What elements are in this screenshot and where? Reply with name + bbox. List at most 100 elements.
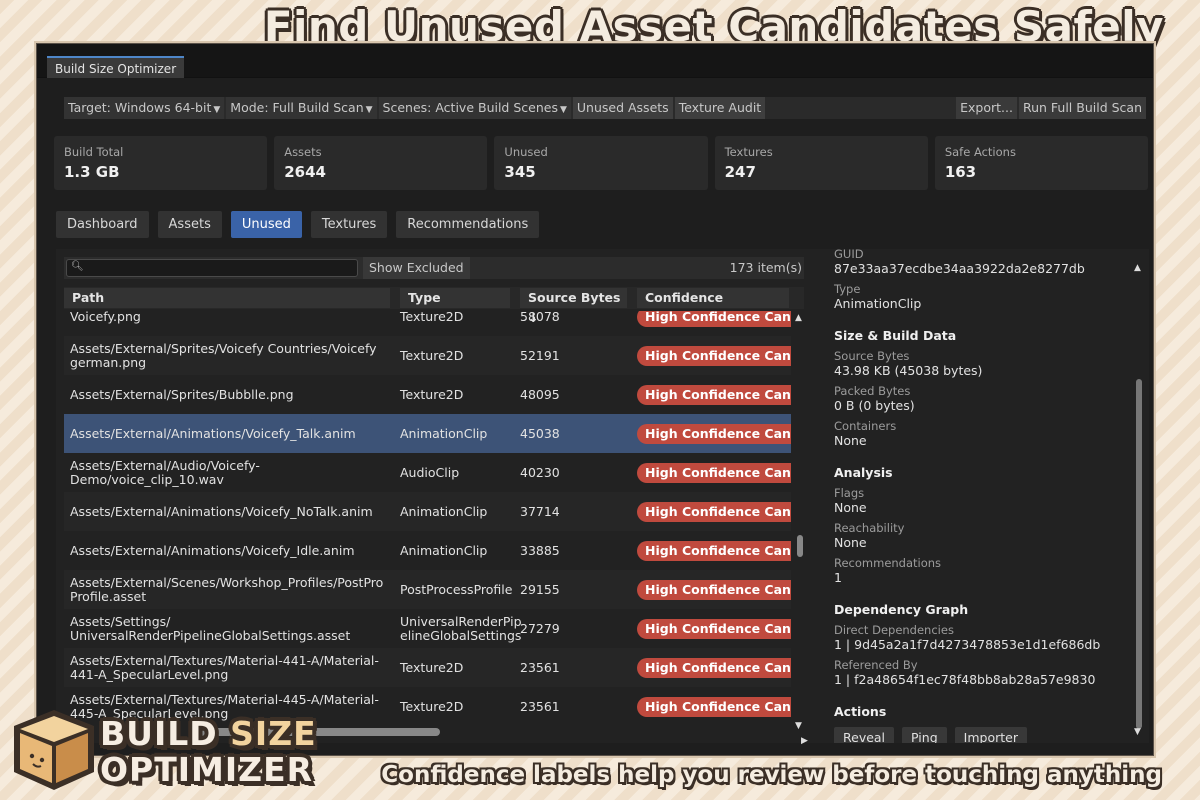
mode-dropdown-label: Mode: Full Build Scan (230, 100, 364, 115)
stat-label: Assets (284, 145, 322, 159)
scroll-up-icon[interactable]: ▲ (1134, 263, 1141, 273)
build-size-optimizer-logo: BUILD SIZE OPTIMIZER (8, 706, 338, 796)
referenced-by-value: 1 | f2a48654f1ec78f48bb8ab28a57e9830 (834, 672, 1096, 687)
detail-pane: GUID 87e33aa37ecdbe34aa3922da2e8277db Ty… (824, 249, 1149, 743)
table-row[interactable]: Assets/External/Textures/Material-441-A/… (64, 648, 791, 687)
referenced-by-label: Referenced By (834, 658, 918, 672)
cell-confidence: High Confidence Candidate (637, 540, 791, 561)
actions-heading: Actions (834, 704, 887, 719)
stat-card-unused: Unused 345 (494, 136, 708, 190)
confidence-badge: High Confidence Candidate (637, 463, 791, 483)
table-row[interactable]: Assets/Settings/ UniversalRenderPipeline… (64, 609, 791, 648)
type-value: AnimationClip (834, 296, 922, 311)
asset-details: GUID 87e33aa37ecdbe34aa3922da2e8277db Ty… (834, 249, 1124, 743)
confidence-badge: High Confidence Candidate (637, 658, 791, 678)
cell-type: AudioClip (400, 464, 460, 480)
stat-label: Textures (724, 145, 773, 159)
scroll-down-icon[interactable]: ▼ (795, 721, 802, 731)
guid-label: GUID (834, 249, 864, 261)
asset-list-pane: 🔍︎ Show Excluded 173 item(s) Path Type S… (56, 249, 826, 746)
flags-label: Flags (834, 486, 865, 500)
cell-path: Assets/External/Scenes/Workshop_Profiles… (70, 574, 384, 604)
scrollbar-thumb[interactable] (1136, 379, 1142, 729)
export-button[interactable]: Export... (956, 97, 1017, 119)
search-icon: 🔍︎ (71, 261, 84, 272)
reveal-button[interactable]: Reveal (834, 727, 895, 743)
logo-word-size: SIZE (230, 714, 317, 753)
table-row[interactable]: Assets/External/Animations/Voicefy_NoTal… (64, 492, 791, 531)
table-row[interactable]: Assets/External/Scenes/Workshop_Profiles… (64, 570, 791, 609)
mode-dropdown[interactable]: Mode: Full Build Scan ▼ (226, 97, 377, 119)
ping-button[interactable]: Ping (902, 727, 947, 743)
table-header: Path Type Source Bytes ↓ Confidence (64, 287, 804, 325)
stat-card-textures: Textures 247 (714, 136, 928, 190)
target-dropdown-label: Target: Windows 64-bit (68, 100, 212, 115)
cell-source-bytes: 23561 (520, 660, 560, 675)
table-row[interactable]: Voicefy.png Texture2D 58078 High Confidence… (64, 311, 791, 336)
tab-textures[interactable]: Textures (310, 211, 388, 238)
cell-source-bytes: 52191 (520, 348, 560, 363)
tab-assets[interactable]: Assets (157, 211, 222, 238)
dependency-graph-heading: Dependency Graph (834, 602, 969, 617)
caption: Confidence labels help you review before… (381, 762, 1162, 788)
scrollbar-thumb[interactable] (797, 535, 803, 557)
texture-audit-button[interactable]: Texture Audit (674, 97, 766, 119)
table-row[interactable]: Assets/External/Animations/Voicefy_Talk.… (64, 414, 791, 453)
importer-button[interactable]: Importer (954, 727, 1027, 743)
filter-bar: 🔍︎ Show Excluded 173 item(s) (64, 257, 804, 279)
scenes-dropdown-label: Scenes: Active Build Scenes (382, 100, 558, 115)
target-dropdown[interactable]: Target: Windows 64-bit ▼ (64, 97, 225, 119)
scroll-right-icon[interactable]: ▶ (801, 736, 808, 746)
table-row[interactable]: Assets/External/Audio/Voicefy-Demo/voice… (64, 453, 791, 492)
cell-path: Assets/External/Animations/Voicefy_Talk.… (70, 425, 356, 441)
table-body: Voicefy.png Texture2D 58078 High Confidence… (64, 311, 791, 733)
scenes-dropdown[interactable]: Scenes: Active Build Scenes ▼ (378, 97, 571, 119)
scroll-down-icon[interactable]: ▼ (1134, 727, 1141, 737)
cell-type: Texture2D (400, 347, 464, 363)
stat-label: Safe Actions (944, 145, 1016, 159)
cell-confidence: High Confidence Candidate (637, 657, 791, 678)
chevron-down-icon: ▼ (365, 105, 373, 115)
cell-source-bytes: 58078 (520, 311, 560, 324)
table-vertical-scrollbar[interactable]: ▲ ▼ (795, 311, 805, 733)
scroll-up-icon[interactable]: ▲ (795, 313, 802, 323)
cell-path: Assets/External/Animations/Voicefy_NoTal… (70, 503, 373, 519)
reachability-label: Reachability (834, 521, 905, 535)
cell-source-bytes: 23561 (520, 699, 560, 714)
stat-card-build-total: Build Total 1.3 GB (54, 136, 268, 190)
cell-type: AnimationClip (400, 503, 488, 519)
column-header-path[interactable]: Path (64, 288, 390, 308)
column-header-confidence[interactable]: Confidence (637, 288, 789, 308)
column-header-source-bytes[interactable]: Source Bytes ↓ (520, 288, 627, 325)
cell-confidence: High Confidence Candidate (637, 618, 791, 639)
run-full-build-scan-button[interactable]: Run Full Build Scan (1018, 97, 1146, 119)
action-buttons: Reveal Ping Importer (834, 727, 1124, 743)
cell-confidence: High Confidence Candidate (637, 462, 791, 483)
column-header-type[interactable]: Type (400, 288, 510, 308)
source-bytes-value: 43.98 KB (45038 bytes) (834, 363, 983, 378)
detail-vertical-scrollbar[interactable]: ▲ ▼ (1134, 259, 1144, 739)
search-input[interactable]: 🔍︎ (66, 259, 358, 277)
cell-type: Texture2D (400, 386, 464, 402)
cell-type: AnimationClip (400, 542, 488, 558)
size-section-heading: Size & Build Data (834, 328, 957, 343)
window-content: Target: Windows 64-bit ▼ Mode: Full Build… (36, 43, 1154, 756)
cell-path: Voicefy.png (70, 311, 141, 324)
cell-path: Assets/External/Sprites/Voicefy Countrie… (70, 340, 377, 370)
show-excluded-toggle[interactable]: Show Excluded (363, 257, 470, 279)
unused-assets-button[interactable]: Unused Assets (572, 97, 673, 119)
tab-dashboard[interactable]: Dashboard (56, 211, 149, 238)
cell-type: Texture2D (400, 698, 464, 714)
box-logo-icon (14, 710, 94, 790)
cell-confidence: High Confidence Candidate (637, 384, 791, 405)
logo-word-build: BUILD (100, 714, 218, 753)
cell-type: Texture2D (400, 659, 464, 675)
confidence-badge: High Confidence Candidate (637, 311, 791, 327)
table-row[interactable]: Assets/External/Sprites/Bubblle.png Textu… (64, 375, 791, 414)
tab-unused[interactable]: Unused (230, 211, 302, 238)
tab-recommendations[interactable]: Recommendations (396, 211, 540, 238)
type-label: Type (834, 282, 861, 296)
table-row[interactable]: Assets/External/Sprites/Voicefy Countrie… (64, 336, 791, 375)
table-row[interactable]: Assets/External/Animations/Voicefy_Idle.… (64, 531, 791, 570)
confidence-badge: High Confidence Candidate (637, 502, 791, 522)
